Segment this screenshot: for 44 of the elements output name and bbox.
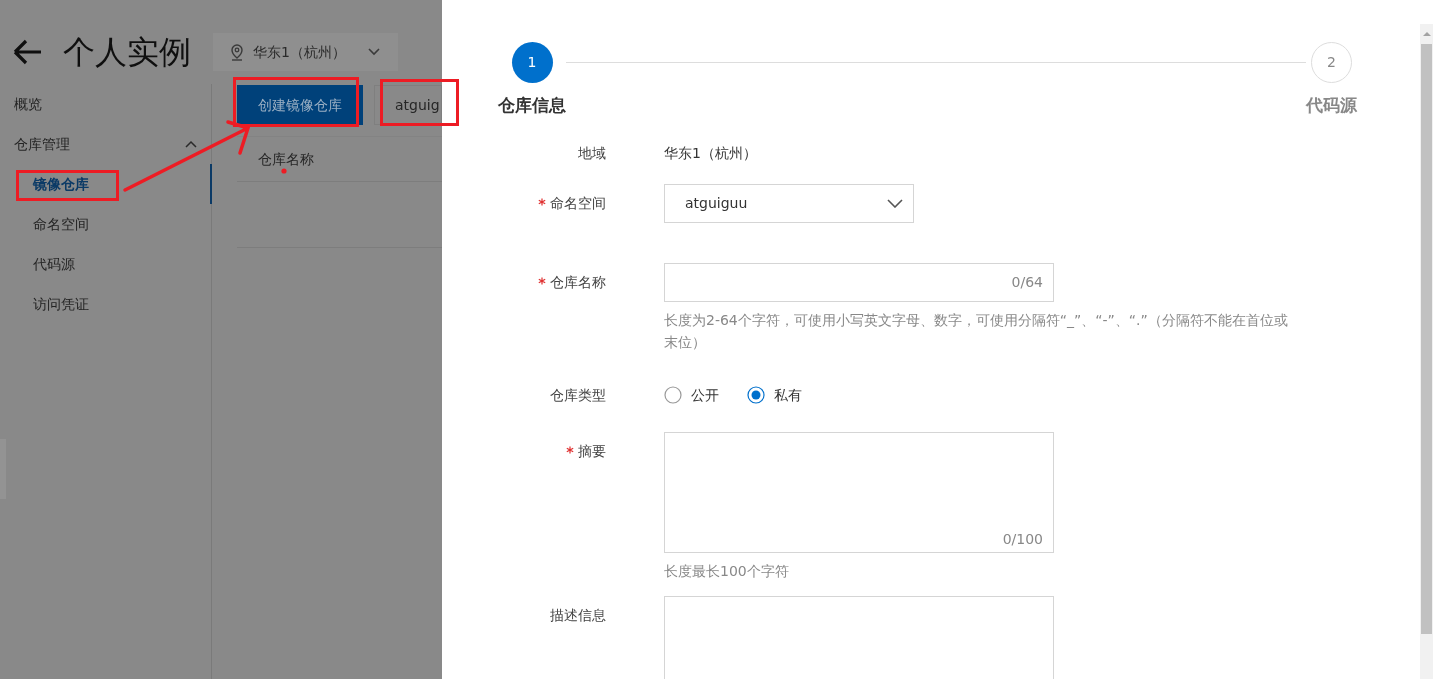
step-number: 1 [511, 42, 553, 83]
text-area[interactable]: 0/100 [664, 431, 1054, 553]
sidebar-item[interactable]: 镜像仓库 [0, 164, 212, 204]
field-label: 地域 [578, 143, 606, 163]
radio-button[interactable] [747, 386, 765, 404]
page-title: 个人实例 [63, 32, 191, 73]
location-pin-icon [231, 43, 243, 61]
help-text: 长度为2-64个字符，可使用小写英文字母、数字，可使用分隔符“_”、“-”、“.”（分隔符不能在首位或末位） [664, 310, 1289, 352]
field-label: 摘要 [578, 441, 606, 461]
field-label: 描述信息 [550, 605, 606, 625]
sidebar-item[interactable]: 概览 [0, 84, 211, 124]
chevron-down-icon [367, 48, 380, 56]
sidebar-item[interactable]: 访问凭证 [0, 284, 211, 324]
radio-label: 公开 [691, 385, 719, 405]
required-icon [538, 197, 546, 206]
character-counter: 0/100 [1002, 529, 1043, 549]
step-label: 代码源 [1306, 94, 1357, 117]
step-number: 2 [1311, 42, 1352, 83]
annotation-dot [281, 168, 287, 174]
scrollbar[interactable] [1420, 24, 1433, 679]
create-repository-button[interactable]: 创建镜像仓库 [237, 85, 363, 125]
scrollbar-thumb[interactable] [1421, 44, 1432, 634]
required-icon [566, 445, 574, 454]
namespace-select[interactable]: atguiguu [664, 183, 914, 223]
field-label: 仓库类型 [550, 385, 606, 405]
sidebar-item[interactable]: 仓库管理 [0, 124, 211, 164]
column-header: 仓库名称 [258, 149, 314, 169]
sidebar-item[interactable]: 命名空间 [0, 204, 211, 244]
character-counter: 0/64 [1011, 272, 1043, 292]
input-field[interactable]: 0/64 [664, 262, 1054, 302]
radio-label: 私有 [774, 385, 802, 405]
field-label: 命名空间 [550, 193, 606, 213]
step-label: 仓库信息 [498, 94, 566, 117]
namespace-select[interactable]: atguig [374, 85, 442, 125]
field-label: 仓库名称 [550, 272, 606, 292]
chevron-down-icon [887, 198, 903, 208]
radio-button[interactable] [664, 386, 682, 404]
region-select[interactable]: 华东1（杭州） [213, 33, 398, 71]
scroll-up-icon[interactable] [1421, 30, 1432, 38]
back-arrow-icon[interactable] [12, 38, 43, 66]
field-value: 华东1（杭州） [664, 144, 757, 161]
required-icon [538, 276, 546, 285]
help-text: 长度最长100个字符 [664, 561, 790, 581]
sidebar-item[interactable]: 代码源 [0, 244, 211, 284]
